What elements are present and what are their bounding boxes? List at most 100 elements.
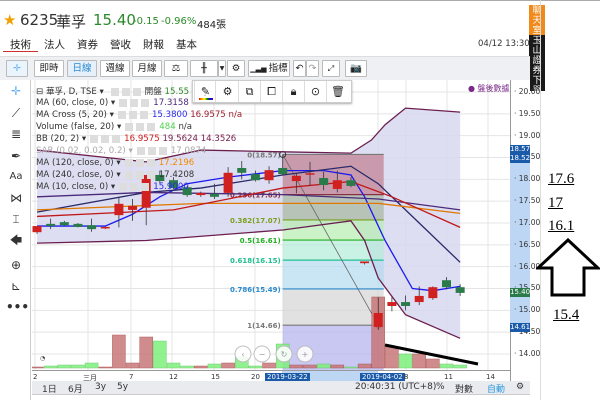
dot-icon: ● [468, 84, 478, 93]
candle-body [305, 173, 315, 175]
chart-nav-icon: ‹ [241, 350, 244, 359]
fib-zone [282, 325, 384, 370]
volume-bar [57, 364, 72, 369]
bring-front-icon[interactable]: ⧉ [239, 81, 261, 102]
crosshair-tool-button[interactable]: ✛ [6, 60, 28, 77]
date-label: 2 [33, 373, 38, 381]
lock-icon[interactable]: 🔒︎ [283, 81, 305, 102]
tab-margin[interactable]: 資券 [77, 37, 98, 52]
zoom-in-icon[interactable]: ⊕ [6, 256, 26, 274]
trash-icon[interactable]: 🗑︎ [327, 81, 349, 102]
up-arrow-icon [536, 238, 600, 297]
gear-icon[interactable]: ⚙ [227, 60, 245, 77]
price-label: · 15.00 [514, 305, 541, 315]
star-icon[interactable]: ★ [3, 11, 16, 29]
brush-icon[interactable]: ✒ [6, 147, 26, 165]
sar-value: 17.0874 [170, 146, 207, 156]
legend-controls[interactable] [119, 182, 150, 191]
pattern-icon[interactable]: ⋈ [6, 189, 26, 207]
stock-price: 15.40 [93, 11, 136, 29]
ma240-value: 17.4208 [158, 170, 195, 180]
candle-body [373, 312, 383, 327]
legend-controls[interactable] [90, 134, 121, 143]
chevron-down-icon[interactable]: ▼ [218, 60, 226, 77]
chat-room-banner[interactable]: 聊天室 [529, 5, 545, 36]
tab-revenue[interactable]: 營收 [110, 37, 131, 52]
date-tag-end: 2019-04-02 [360, 373, 405, 381]
range-1d[interactable]: 1日 [42, 382, 57, 395]
legend-controls[interactable] [125, 122, 156, 131]
symbol-label: 華孚, D, TSE [45, 87, 97, 97]
fib-retracement-icon[interactable]: ≣ [6, 125, 26, 143]
candle-type-icon[interactable]: ╫ [190, 60, 218, 77]
legend-macross: MA Cross (5, 20) ▾ 15.3800 16.9575 n/a [36, 110, 243, 120]
range-5y[interactable]: 5y [117, 382, 128, 392]
legend-controls[interactable] [124, 170, 155, 179]
arrow-left-icon[interactable]: 🡄 [6, 231, 26, 249]
candle-body [264, 170, 274, 181]
volume-label: Volume (false, 20) [36, 122, 115, 132]
volume-bar [139, 336, 153, 369]
volume-bar [112, 334, 126, 369]
pencil-color-icon[interactable]: ✎ [196, 81, 216, 102]
fullscreen-icon[interactable]: ⤢ [322, 60, 340, 77]
sar-label: SAR (0.02, 0.02, 0.2) [36, 146, 126, 156]
trend-line-icon[interactable]: ⟋ [6, 104, 26, 122]
gear-icon[interactable]: ⚙ [516, 382, 524, 392]
bb-v1: 16.9575 [124, 134, 160, 144]
legend-controls[interactable] [119, 98, 150, 107]
more-icon[interactable]: ••• [6, 298, 29, 316]
macross-v3: n/a [228, 110, 243, 120]
text-tool-icon[interactable]: Aa [6, 168, 26, 186]
legend-controls[interactable] [110, 87, 141, 96]
legend-ma10: MA (10, close, 0) ▾ 15.9000 [36, 182, 189, 192]
weekly-button[interactable]: 週線 [100, 60, 130, 77]
clone-icon[interactable]: ⧠ [261, 81, 283, 102]
daily-button[interactable]: 日線 [67, 60, 97, 77]
tab-technical[interactable]: 技術 [10, 37, 31, 52]
redo-icon[interactable]: ↷ [306, 60, 319, 77]
log-scale-toggle[interactable]: 對數 [455, 382, 473, 395]
undo-icon[interactable]: ↶ [293, 60, 306, 77]
after-hours-link[interactable]: ● 盤後數據 [468, 83, 510, 94]
chart-nav-icon: + [302, 350, 309, 359]
fib-zone [282, 260, 384, 289]
gear-icon[interactable]: ⚙ [217, 81, 239, 102]
realtime-button[interactable]: 即時 [34, 60, 64, 77]
legend-ma240: MA (240, close, 0) ▾ 17.4208 [36, 170, 195, 180]
visibility-icon[interactable]: ⊙ [305, 81, 327, 102]
auto-scale-toggle[interactable]: 自動 [487, 382, 505, 395]
measure-icon[interactable]: ⌶ [6, 210, 26, 228]
bar-chart-icon: ▁▃▅ [250, 65, 269, 73]
fib-level-label: 0.382(17.07) [230, 217, 281, 225]
fib-level-label: 0.236(17.65) [230, 192, 281, 200]
candle-body [332, 180, 342, 189]
broker-order-banner[interactable]: 玉山證券下單 [529, 35, 545, 96]
date-label: 8 [404, 373, 409, 381]
tab-financials[interactable]: 財報 [143, 37, 164, 52]
collapse-icon[interactable]: ⊟ [36, 87, 46, 97]
percent-toggle[interactable]: % [436, 382, 445, 392]
range-3y[interactable]: 3y [95, 382, 106, 392]
tab-institutional[interactable]: 法人 [44, 37, 65, 52]
ma120-value: 17.2196 [158, 158, 195, 168]
legend-controls[interactable] [117, 110, 148, 119]
stock-name: 華孚 [56, 13, 87, 31]
price-label: · 19.50 [514, 108, 541, 118]
monthly-button[interactable]: 月線 [132, 60, 162, 77]
low-price-tag: 14.61 [510, 323, 531, 332]
tab-fundamentals[interactable]: 基本 [176, 37, 197, 52]
volume-bar [125, 362, 140, 369]
legend-controls[interactable] [136, 146, 167, 155]
compare-scale-icon[interactable]: ⚖ [164, 60, 188, 77]
camera-icon[interactable]: 📷 [345, 60, 367, 77]
legend-ma60: MA (60, close, 0) ▾ 17.3158 [36, 98, 189, 108]
crosshair-icon[interactable]: ✛ [6, 82, 26, 100]
range-6m[interactable]: 6月 [68, 382, 83, 395]
fib-level-label: 0.786(15.49) [230, 286, 281, 294]
indicators-button[interactable]: ▁▃▅ 指標 [248, 60, 290, 77]
legend-controls[interactable] [124, 158, 155, 167]
volume-bar [248, 365, 263, 369]
ruler-icon[interactable]: ⊾ [6, 277, 26, 295]
annotation-level: 16.1 [548, 218, 575, 234]
